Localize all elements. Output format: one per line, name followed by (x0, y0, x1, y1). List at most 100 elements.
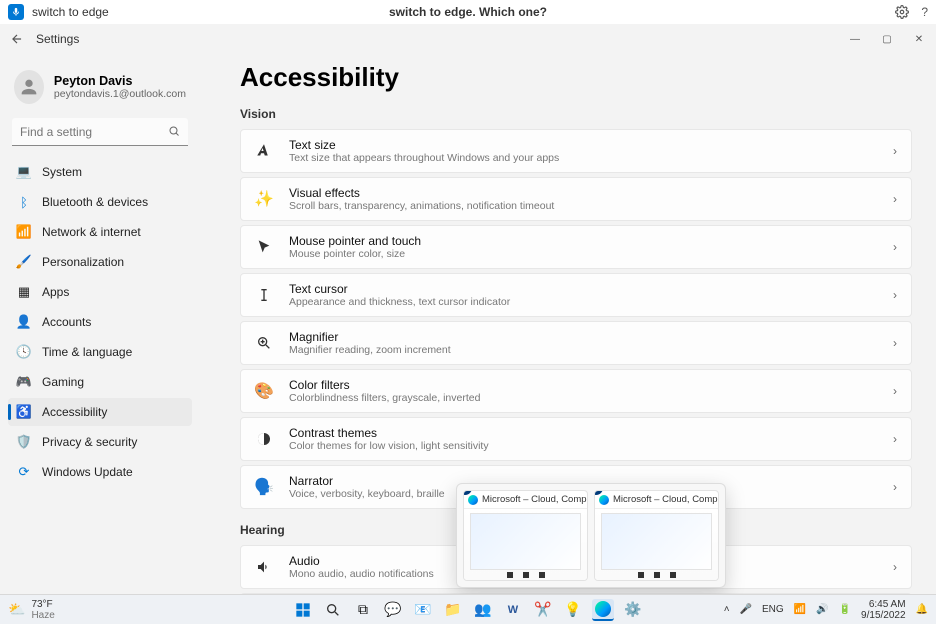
temperature: 73°F (31, 599, 54, 610)
nav-network[interactable]: 📶Network & internet (8, 218, 192, 246)
teams-chat[interactable]: 💬 (382, 599, 404, 621)
explorer-app[interactable]: 📁 (442, 599, 464, 621)
page-title: Accessibility (240, 62, 912, 93)
nav-label: Gaming (42, 375, 84, 389)
tray-chevron-icon[interactable]: ˄ (724, 604, 730, 615)
card-title: Text size (289, 138, 559, 152)
card-visual-effects[interactable]: ✨ Visual effectsScroll bars, transparenc… (240, 177, 912, 221)
card-title: Text cursor (289, 282, 510, 296)
thumbnail-1[interactable]: 1 Microsoft – Cloud, Computers, ... (463, 490, 588, 581)
nav-label: Personalization (42, 255, 124, 269)
section-vision: Vision (240, 107, 912, 121)
card-text-cursor[interactable]: Text cursorAppearance and thickness, tex… (240, 273, 912, 317)
nav-update[interactable]: ⟳ Windows Update (8, 458, 192, 486)
card-title: Visual effects (289, 186, 554, 200)
text-cursor-icon (253, 287, 275, 303)
card-sub: Mono audio, audio notifications (289, 568, 434, 580)
avatar-icon (14, 70, 44, 104)
help-icon[interactable]: ? (921, 5, 928, 19)
teams-app[interactable]: 👥 (472, 599, 494, 621)
nav-apps[interactable]: ▦Apps (8, 278, 192, 306)
contrast-icon (253, 431, 275, 447)
volume-tray-icon[interactable]: 🔊 (816, 604, 828, 615)
search-taskbar[interactable] (322, 599, 344, 621)
brush-icon: 🖌️ (16, 254, 32, 270)
titlebar: Settings — ▢ ✕ (0, 24, 936, 54)
card-sub: Color themes for low vision, light sensi… (289, 440, 489, 452)
nav-privacy[interactable]: 🛡️Privacy & security (8, 428, 192, 456)
settings-gear-icon[interactable] (895, 5, 909, 19)
card-title: Color filters (289, 378, 480, 392)
card-mouse-pointer[interactable]: Mouse pointer and touchMouse pointer col… (240, 225, 912, 269)
nav-accounts[interactable]: 👤Accounts (8, 308, 192, 336)
chevron-right-icon: › (893, 384, 897, 398)
nav-time[interactable]: 🕓Time & language (8, 338, 192, 366)
task-view[interactable]: ⧉ (352, 599, 374, 621)
nav-label: System (42, 165, 82, 179)
user-name: Peyton Davis (54, 74, 186, 88)
chevron-right-icon: › (893, 336, 897, 350)
notifications-icon[interactable]: 🔔 (916, 604, 928, 615)
weather-widget[interactable]: ⛅ 73°F Haze (8, 599, 55, 621)
update-icon: ⟳ (16, 464, 32, 480)
nav-label: Accessibility (42, 405, 107, 419)
card-sub: Colorblindness filters, grayscale, inver… (289, 392, 480, 404)
snip-app[interactable]: ✂️ (532, 599, 554, 621)
search-input[interactable] (12, 118, 188, 146)
chevron-right-icon: › (893, 288, 897, 302)
narrator-icon: 🗣️ (253, 477, 275, 497)
thumb-title: Microsoft – Cloud, Computers, ... (613, 494, 718, 505)
taskbar: ⛅ 73°F Haze ⧉ 💬 📧 📁 👥 W ✂️ 💡 ⚙️ ˄ 🎤 ENG … (0, 594, 936, 624)
card-sub: Voice, verbosity, keyboard, braille (289, 488, 445, 500)
language-indicator[interactable]: ENG (762, 604, 784, 615)
nav-label: Accounts (42, 315, 91, 329)
card-text-size[interactable]: Text sizeText size that appears througho… (240, 129, 912, 173)
magnifier-icon (253, 335, 275, 351)
nav-gaming[interactable]: 🎮Gaming (8, 368, 192, 396)
nav-label: Windows Update (42, 465, 133, 479)
wifi-icon: 📶 (16, 224, 32, 240)
thumb-title: Microsoft – Cloud, Computers, ... (482, 494, 587, 505)
mic-icon[interactable] (8, 4, 24, 20)
card-contrast[interactable]: Contrast themesColor themes for low visi… (240, 417, 912, 461)
chevron-right-icon: › (893, 560, 897, 574)
chevron-right-icon: › (893, 192, 897, 206)
maximize-button[interactable]: ▢ (880, 34, 894, 45)
date: 9/15/2022 (861, 610, 906, 621)
word-app[interactable]: W (502, 599, 524, 621)
card-sub: Appearance and thickness, text cursor in… (289, 296, 510, 308)
start-button[interactable] (292, 599, 314, 621)
system-icon: 💻 (16, 164, 32, 180)
minimize-button[interactable]: — (848, 34, 862, 45)
close-button[interactable]: ✕ (912, 34, 926, 45)
nav-bluetooth[interactable]: ᛒBluetooth & devices (8, 188, 192, 216)
mic-tray-icon[interactable]: 🎤 (740, 604, 752, 615)
clock[interactable]: 6:45 AM 9/15/2022 (861, 599, 906, 621)
card-color-filters[interactable]: 🎨 Color filtersColorblindness filters, g… (240, 369, 912, 413)
chevron-right-icon: › (893, 432, 897, 446)
bluetooth-icon: ᛒ (16, 194, 32, 210)
card-title: Narrator (289, 474, 445, 488)
wifi-tray-icon[interactable]: 📶 (794, 604, 806, 615)
search-icon (168, 125, 180, 137)
nav-label: Time & language (42, 345, 132, 359)
speaker-icon (253, 559, 275, 575)
edge-app[interactable] (592, 599, 614, 621)
card-magnifier[interactable]: MagnifierMagnifier reading, zoom increme… (240, 321, 912, 365)
palette-icon: 🎨 (253, 381, 275, 401)
thumbnail-2[interactable]: 2 Microsoft – Cloud, Computers, ... (594, 490, 719, 581)
card-title: Mouse pointer and touch (289, 234, 421, 248)
nav-system[interactable]: 💻 System (8, 158, 192, 186)
sidebar: Peyton Davis peytondavis.1@outlook.com 💻… (0, 54, 200, 594)
cursor-icon (253, 239, 275, 255)
card-sub: Magnifier reading, zoom increment (289, 344, 451, 356)
user-block[interactable]: Peyton Davis peytondavis.1@outlook.com (8, 64, 192, 118)
outlook-app[interactable]: 📧 (412, 599, 434, 621)
card-title: Contrast themes (289, 426, 489, 440)
battery-tray-icon[interactable]: 🔋 (839, 604, 851, 615)
back-button[interactable] (10, 32, 24, 46)
settings-app[interactable]: ⚙️ (622, 599, 644, 621)
tips-app[interactable]: 💡 (562, 599, 584, 621)
nav-accessibility[interactable]: ♿Accessibility (8, 398, 192, 426)
nav-personalization[interactable]: 🖌️ Personalization (8, 248, 192, 276)
